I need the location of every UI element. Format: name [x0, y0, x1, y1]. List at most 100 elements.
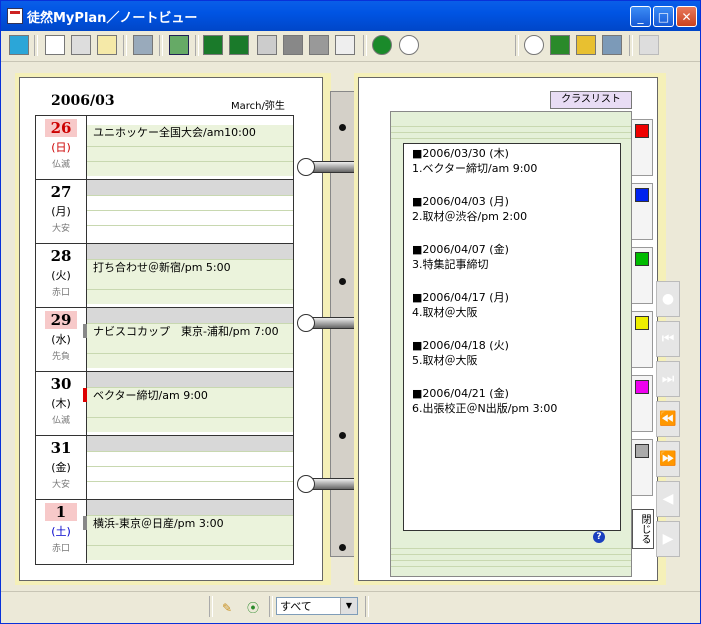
- note-view-icon[interactable]: [97, 35, 117, 55]
- toolbar-separator: [159, 35, 163, 56]
- binoculars-icon[interactable]: [309, 35, 329, 55]
- day-number: 26: [45, 119, 77, 137]
- day-row[interactable]: 31 (金) 大安: [36, 436, 293, 500]
- task-item[interactable]: ■2006/04/03 (月) 2.取材＠渋谷/pm 2:00: [412, 194, 527, 224]
- day-row[interactable]: 1 (土) 赤口 横浜-東京＠日産/pm 3:00: [36, 500, 293, 564]
- class-tab-red[interactable]: [632, 119, 653, 176]
- panel-rule: [391, 126, 631, 127]
- clock-icon[interactable]: [524, 35, 544, 55]
- minimize-button[interactable]: _: [630, 6, 651, 27]
- about-icon[interactable]: [399, 35, 419, 55]
- close-button[interactable]: ✕: [676, 6, 697, 27]
- app-window: 徒然MyPlan／ノートビュー _ □ ✕ 2006/03 March/弥生 2…: [0, 0, 701, 624]
- task-item[interactable]: ■2006/04/18 (火) 5.取材＠大阪: [412, 338, 509, 368]
- week-view-icon[interactable]: [71, 35, 91, 55]
- day-rokuyo: 仏滅: [51, 160, 70, 170]
- task-date: ■2006/04/17 (月): [412, 291, 509, 304]
- prev-page-icon[interactable]: ◀: [656, 481, 680, 517]
- day-weekday: (水): [51, 333, 71, 346]
- edit-icon[interactable]: [335, 35, 355, 55]
- class-tab-blue[interactable]: [632, 183, 653, 240]
- color-swatch: [635, 252, 649, 266]
- class-tab-gray[interactable]: [632, 439, 653, 496]
- day-cell: 1 (土) 赤口: [36, 500, 87, 563]
- close-panel-button[interactable]: 閉じる: [632, 509, 654, 549]
- day-number: 31: [50, 439, 72, 457]
- traffic-light-icon[interactable]: ⦿: [243, 598, 263, 618]
- month-view-icon[interactable]: [45, 35, 65, 55]
- disabled-calendar-icon: [639, 35, 659, 55]
- binder-hole: [339, 278, 346, 285]
- status-bar: ✎ ⦿ すべて ▼: [1, 591, 700, 623]
- task-item[interactable]: ■2006/03/30 (木) 1.ベクター締切/am 9:00: [412, 146, 537, 176]
- task-text: 5.取材＠大阪: [412, 354, 478, 367]
- help-icon[interactable]: ?: [593, 531, 605, 543]
- binder-ring-end: [297, 475, 315, 493]
- month-name: March/弥生: [231, 101, 285, 112]
- chevron-down-icon[interactable]: ▼: [340, 598, 357, 614]
- day-cell: 29 (水) 先負: [36, 308, 87, 371]
- save-icon[interactable]: [602, 35, 622, 55]
- help-icon[interactable]: [372, 35, 392, 55]
- day-number: 1: [45, 503, 77, 521]
- print-icon[interactable]: [257, 35, 277, 55]
- day-event[interactable]: ユニホッケー全国大会/am10:00: [87, 125, 293, 141]
- day-number: 30: [50, 375, 72, 393]
- filter-select[interactable]: すべて ▼: [276, 597, 358, 615]
- day-lines[interactable]: [87, 436, 293, 499]
- anniversary-icon[interactable]: [203, 35, 223, 55]
- binder-hole: [339, 544, 346, 551]
- fast-forward-icon[interactable]: ⏩: [656, 441, 680, 477]
- class-list-button[interactable]: クラスリスト: [550, 91, 632, 109]
- exit-icon[interactable]: [9, 35, 29, 55]
- day-weekday: (火): [51, 269, 71, 282]
- panel-rule: [391, 138, 631, 139]
- task-item[interactable]: ■2006/04/17 (月) 4.取材＠大阪: [412, 290, 509, 320]
- day-event[interactable]: ナビスコカップ 東京-浦和/pm 7:00: [87, 324, 293, 340]
- last-page-icon[interactable]: ⏭: [656, 361, 680, 397]
- class-tab-yellow[interactable]: [632, 311, 653, 368]
- task-list[interactable]: ■2006/03/30 (木) 1.ベクター締切/am 9:00 ■2006/04…: [403, 143, 621, 531]
- day-row[interactable]: 29 (水) 先負 ナビスコカップ 東京-浦和/pm 7:00: [36, 308, 293, 372]
- display-icon[interactable]: [133, 35, 153, 55]
- day-event[interactable]: ベクター締切/am 9:00: [87, 388, 293, 404]
- toolbar: [1, 31, 700, 62]
- rewind-icon[interactable]: ⏪: [656, 401, 680, 437]
- task-item[interactable]: ■2006/04/07 (金) 3.特集記事締切: [412, 242, 509, 272]
- day-rokuyo: 先負: [51, 352, 70, 362]
- toolbar-separator: [195, 35, 199, 56]
- class-tab-magenta[interactable]: [632, 375, 653, 432]
- calendar-green-icon[interactable]: [550, 35, 570, 55]
- day-event[interactable]: 横浜-東京＠日産/pm 3:00: [87, 516, 293, 532]
- panel-rule: [391, 560, 631, 561]
- tape-icon[interactable]: [283, 35, 303, 55]
- task-text: 2.取材＠渋谷/pm 2:00: [412, 210, 528, 223]
- day-row[interactable]: 27 (月) 大安: [36, 180, 293, 244]
- month-title: 2006/03: [51, 93, 115, 109]
- folder-icon[interactable]: [576, 35, 596, 55]
- first-page-icon[interactable]: ⏮: [656, 321, 680, 357]
- day-row[interactable]: 30 (木) 仏滅 ベクター締切/am 9:00: [36, 372, 293, 436]
- task-item[interactable]: ■2006/04/21 (金) 6.出張校正＠N出版/pm 3:00: [412, 386, 557, 416]
- day-event[interactable]: 打ち合わせ＠新宿/pm 5:00: [87, 260, 293, 276]
- day-row[interactable]: 28 (火) 赤口 打ち合わせ＠新宿/pm 5:00: [36, 244, 293, 308]
- calendar-icon[interactable]: [169, 35, 189, 55]
- toolbar-separator: [515, 35, 519, 56]
- today-icon[interactable]: ●: [656, 281, 680, 317]
- day-weekday: (月): [51, 205, 71, 218]
- status-separator: [209, 596, 213, 617]
- next-page-icon[interactable]: ▶: [656, 521, 680, 557]
- day-lines[interactable]: [87, 180, 293, 243]
- binder-hole: [339, 124, 346, 131]
- task-date: ■2006/04/03 (月): [412, 195, 509, 208]
- pencil-icon[interactable]: ✎: [217, 598, 237, 618]
- task-date: ■2006/04/21 (金): [412, 387, 509, 400]
- title-bar[interactable]: 徒然MyPlan／ノートビュー _ □ ✕: [1, 1, 700, 31]
- holiday-icon[interactable]: [229, 35, 249, 55]
- day-weekday: (金): [51, 461, 71, 474]
- maximize-button[interactable]: □: [653, 6, 674, 27]
- day-row[interactable]: 26 (日) 仏滅 ユニホッケー全国大会/am10:00: [36, 116, 293, 180]
- day-number: 28: [50, 247, 72, 265]
- task-text: 3.特集記事締切: [412, 258, 489, 271]
- class-tab-green[interactable]: [632, 247, 653, 304]
